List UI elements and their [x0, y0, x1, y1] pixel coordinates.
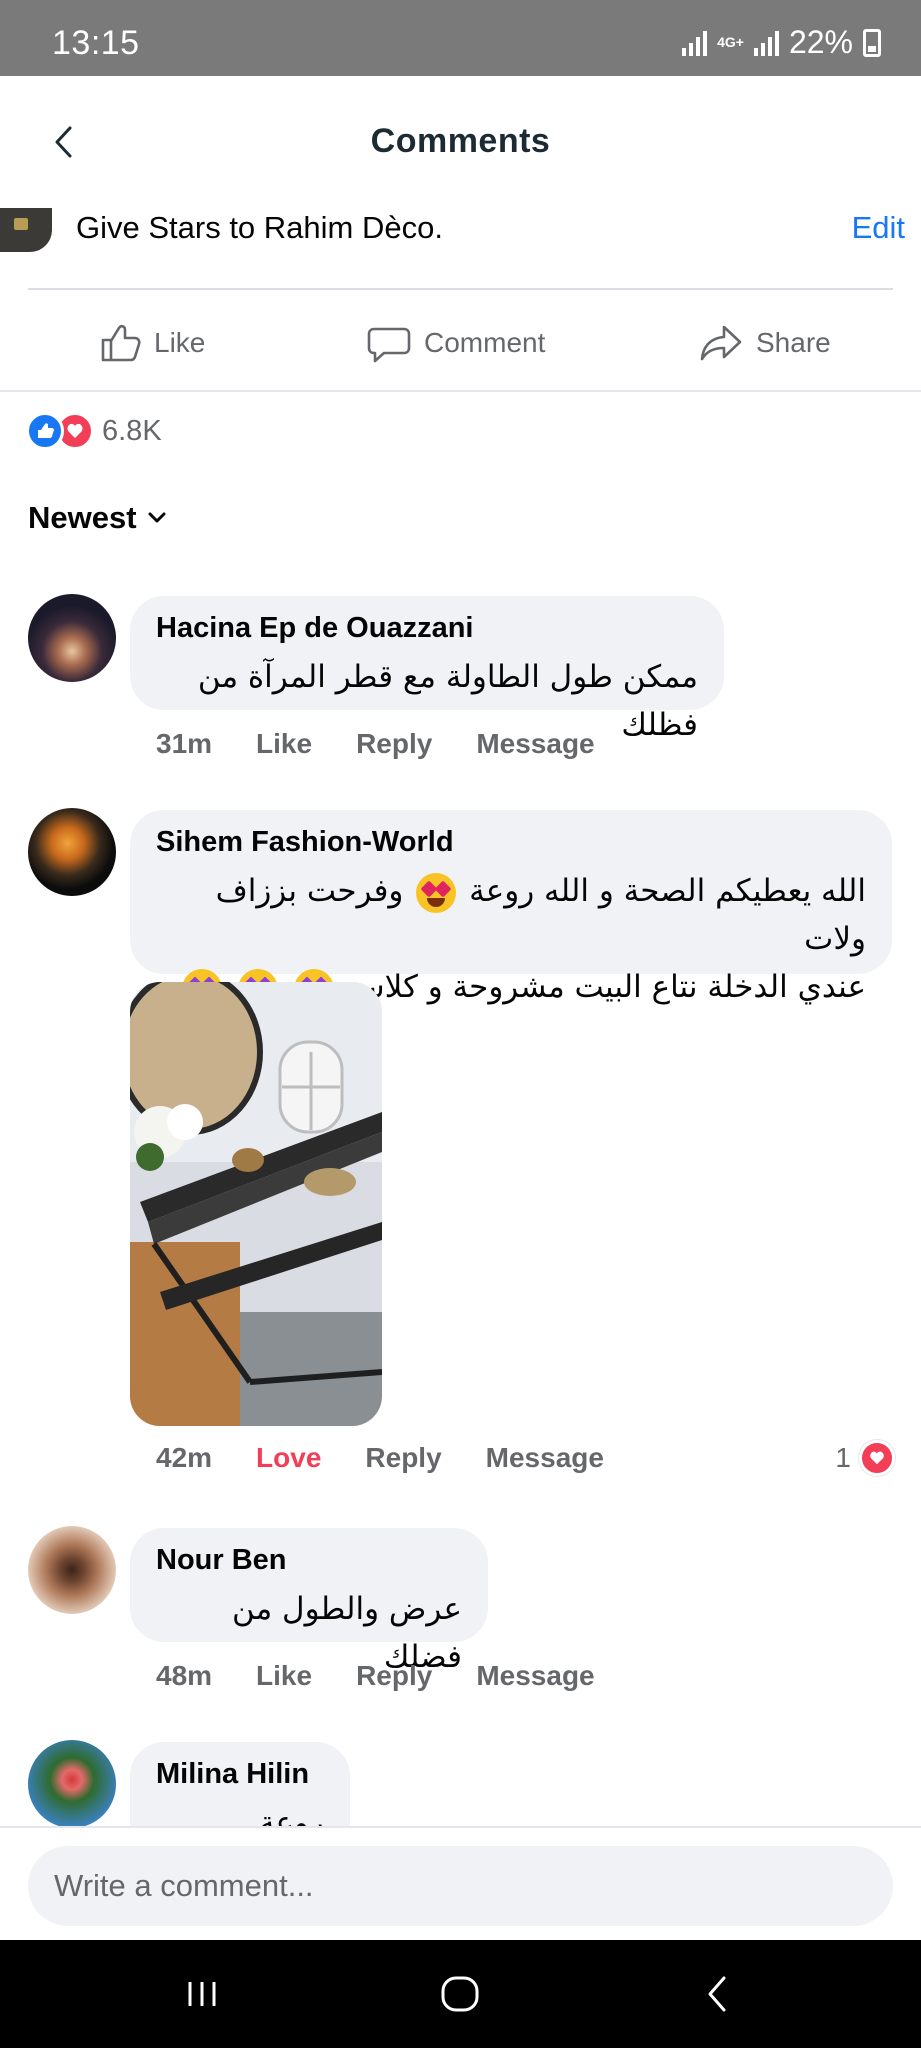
comment-author[interactable]: Sihem Fashion-World	[156, 826, 866, 859]
comment-label: Comment	[424, 327, 546, 358]
comment-bubble: Sihem Fashion-World الله يعطيكم الصحة و …	[130, 810, 892, 1009]
comment-meta: 48m Like Reply Message	[156, 1660, 639, 1692]
comment-icon	[367, 327, 411, 363]
comment-photo[interactable]	[130, 982, 382, 1426]
avatar[interactable]	[28, 594, 116, 682]
comment-love-button[interactable]: Love	[256, 1442, 321, 1474]
reactions-summary[interactable]: 6.8K	[26, 412, 162, 450]
divider	[28, 288, 893, 290]
share-icon	[700, 325, 742, 361]
comment-time: 31m	[156, 728, 213, 759]
signal-icon-2	[753, 30, 779, 56]
chevron-down-icon	[148, 512, 166, 523]
battery-icon	[863, 28, 881, 57]
comment-meta: 42m Love Reply Message	[156, 1442, 648, 1474]
like-button[interactable]: Like	[96, 320, 205, 366]
home-icon	[441, 1976, 479, 2012]
post-thumbnail	[0, 208, 52, 252]
comment-reaction-badge[interactable]: 1	[835, 1440, 895, 1476]
thumbs-up-icon	[101, 324, 141, 362]
comment-input[interactable]	[28, 1846, 893, 1926]
comment-author[interactable]: Milina Hilin	[156, 1758, 324, 1791]
edit-link[interactable]: Edit	[852, 210, 905, 246]
sort-dropdown[interactable]: Newest	[28, 500, 169, 536]
back-nav-button[interactable]	[690, 1970, 746, 2018]
heart-eyes-emoji-icon	[416, 872, 457, 913]
love-reaction-icon	[859, 1440, 895, 1476]
avatar[interactable]	[28, 808, 116, 896]
like-label: Like	[154, 327, 206, 358]
comment-item: Milina Hilin روعة	[0, 1740, 921, 1826]
status-bar: 13:15 4G+ 22%	[0, 0, 921, 76]
comment-message-button[interactable]: Message	[486, 1442, 604, 1474]
comment-reaction-count: 1	[835, 1442, 851, 1473]
avatar[interactable]	[28, 1526, 116, 1614]
post-banner: Give Stars to Rahim Dèco. Edit	[0, 200, 921, 290]
signal-icon	[682, 30, 708, 56]
comment-message-button[interactable]: Message	[476, 728, 594, 760]
comment-like-button[interactable]: Like	[256, 728, 312, 760]
comment-reply-button[interactable]: Reply	[365, 1442, 441, 1474]
recent-apps-icon	[188, 1982, 216, 2006]
post-action-bar: Like Comment Share	[0, 292, 921, 392]
page-title: Comments	[370, 122, 551, 160]
comment-bubble: Nour Ben عرض والطول من فضلك	[130, 1528, 488, 1675]
share-button[interactable]: Share	[698, 320, 831, 366]
network-type: 4G+	[717, 34, 744, 50]
comment-reply-button[interactable]: Reply	[356, 1660, 432, 1692]
comment-author[interactable]: Nour Ben	[156, 1544, 462, 1577]
comment-text: روعة	[258, 1805, 324, 1826]
comment-time: 48m	[156, 1660, 213, 1691]
comment-bubble: Hacina Ep de Ouazzani ممكن طول الطاولة م…	[130, 596, 724, 743]
comment-bubble: Milina Hilin روعة	[130, 1742, 350, 1826]
header: Comments	[0, 76, 921, 210]
comment-message-button[interactable]: Message	[476, 1660, 594, 1692]
comment-reply-button[interactable]: Reply	[356, 728, 432, 760]
post-banner-text: Give Stars to Rahim Dèco.	[76, 210, 443, 245]
comment-author[interactable]: Hacina Ep de Ouazzani	[156, 612, 698, 645]
status-icons: 4G+ 22%	[682, 24, 881, 61]
avatar[interactable]	[28, 1740, 116, 1826]
sort-label: Newest	[28, 500, 137, 535]
comment-text-line-2: عندي الدخلة نتاع البيت مشروحة و كلاس	[346, 969, 866, 1005]
system-nav-bar	[0, 1940, 921, 2048]
back-icon	[708, 1976, 726, 2012]
comment-text: الله يعطيكم الصحة و الله روعة وفرحت بززا…	[156, 867, 866, 963]
share-label: Share	[756, 327, 831, 358]
comment-meta: 31m Like Reply Message	[156, 728, 639, 760]
like-reaction-icon	[26, 412, 64, 450]
comment-button[interactable]: Comment	[366, 320, 545, 366]
reaction-count: 6.8K	[102, 414, 162, 447]
comment-composer	[0, 1826, 921, 1940]
battery-level: 22%	[788, 24, 853, 60]
home-button[interactable]	[432, 1970, 488, 2018]
comment-text-line-1: الله يعطيكم الصحة و الله روعة	[469, 873, 866, 909]
status-time: 13:15	[52, 24, 140, 62]
comment-time: 42m	[156, 1442, 213, 1473]
comment-like-button[interactable]: Like	[256, 1660, 312, 1692]
recent-apps-button[interactable]	[174, 1970, 230, 2018]
